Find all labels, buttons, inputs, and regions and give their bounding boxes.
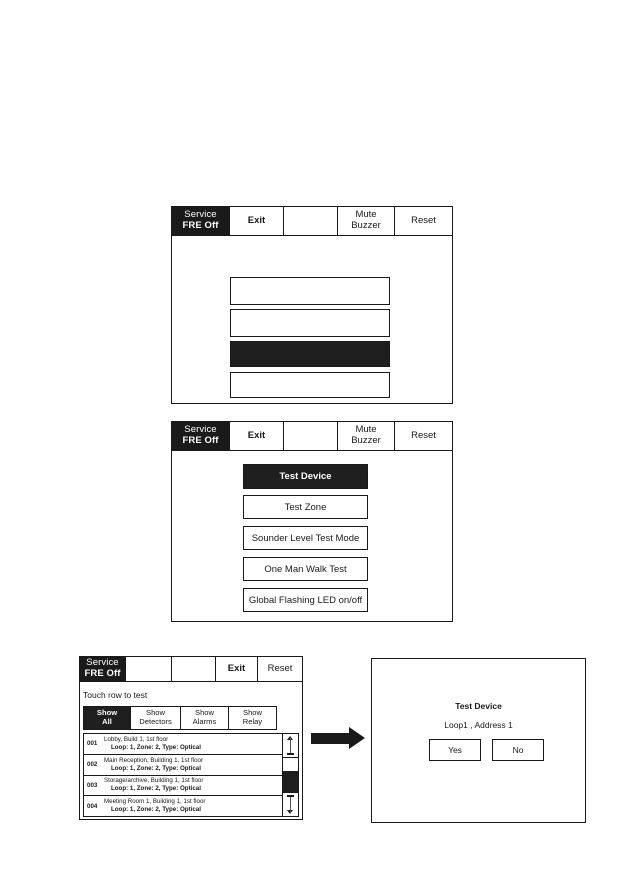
row-details: Loop: 1, Zone: 2, Type: Optical	[111, 743, 201, 751]
mute-buzzer-button[interactable]: Mute Buzzer	[338, 422, 395, 450]
row-text: Lobby, Build 1, 1st floor Loop: 1, Zone:…	[104, 736, 201, 752]
status-line-fire-off: FRE Off	[182, 220, 219, 231]
tab-show-all-line2: All	[102, 717, 112, 726]
device-list: 001 Lobby, Build 1, 1st floor Loop: 1, Z…	[83, 733, 299, 817]
table-row[interactable]: 003 Storage/archive, Building 1, 1st flo…	[84, 775, 282, 797]
row-text: Meeting Room 1, Building 1, 1st floor Lo…	[104, 798, 205, 814]
menu-item-sounder-level-test-mode-label: Sounder Level Test Mode	[251, 532, 360, 544]
panel-device-list: Service FRE Off Exit Reset Touch row to …	[79, 656, 303, 820]
menu-item-one-man-walk-test[interactable]: One Man Walk Test	[243, 557, 368, 581]
tab-show-alarms-line2: Alarms	[192, 717, 217, 726]
blank-button-2[interactable]	[172, 657, 216, 681]
tab-show-detectors[interactable]: Show Detectors	[130, 706, 180, 730]
exit-button-label: Exit	[227, 662, 246, 674]
menu-item-sounder-level-test-mode[interactable]: Sounder Level Test Mode	[243, 526, 368, 550]
scrollbar-gap	[283, 758, 298, 771]
reset-button-label: Reset	[267, 662, 293, 674]
row-location: Main Reception, Building 1, 1st floor	[104, 756, 204, 764]
reset-button-label: Reset	[411, 429, 436, 441]
row-location: Meeting Room 1, Building 1, 1st floor	[104, 798, 206, 806]
tab-show-relay[interactable]: Show Relay	[228, 706, 277, 730]
status-badge-service-fire-off: Service FRE Off	[172, 207, 230, 235]
blank-button-1[interactable]	[284, 422, 338, 450]
panel-test-menu: Service FRE Off Exit Mute Buzzer Reset T…	[171, 421, 453, 622]
flow-right-arrow-icon	[311, 727, 365, 749]
blank-button-1[interactable]	[126, 657, 172, 681]
row-text: Main Reception, Building 1, 1st floor Lo…	[104, 757, 203, 773]
list-scrollbar[interactable]	[283, 734, 298, 816]
flow-arrow-head	[349, 727, 365, 749]
panel-menu-blank: Service FRE Off Exit Mute Buzzer Reset	[171, 206, 453, 404]
dialog-test-device-confirm: Test Device Loop1 , Address 1 Yes No	[371, 658, 586, 823]
panel1-topbar: Service FRE Off Exit Mute Buzzer Reset	[172, 207, 452, 236]
panel1-menu-area	[172, 236, 452, 402]
mute-buzzer-line2: Buzzer	[351, 220, 381, 231]
yes-button-label: Yes	[448, 745, 462, 755]
menu-item-global-flashing-led[interactable]: Global Flashing LED on/off	[243, 588, 368, 612]
status-badge-service-fire-off: Service FRE Off	[80, 657, 126, 681]
tab-show-all[interactable]: Show All	[83, 706, 130, 730]
dialog-subtitle: Loop1 , Address 1	[444, 720, 513, 730]
device-rows: 001 Lobby, Build 1, 1st floor Loop: 1, Z…	[84, 734, 283, 816]
row-location: Storage/archive, Building 1, 1st floor	[104, 777, 204, 785]
row-location: Lobby, Build 1, 1st floor	[104, 735, 169, 743]
row-id: 003	[87, 781, 98, 789]
table-row[interactable]: 002 Main Reception, Building 1, 1st floo…	[84, 754, 282, 776]
tab-show-relay-line2: Relay	[242, 717, 263, 726]
exit-button-label: Exit	[247, 214, 266, 226]
row-text: Storage/archive, Building 1, 1st floor L…	[104, 777, 203, 793]
status-line-fire-off: FRE Off	[84, 668, 121, 679]
scroll-down-arrow-icon	[287, 795, 294, 814]
row-id: 004	[87, 802, 98, 810]
scroll-down-button[interactable]	[283, 792, 298, 816]
touch-row-hint: Touch row to test	[83, 690, 148, 700]
dialog-title: Test Device	[455, 701, 502, 711]
exit-button-label: Exit	[247, 429, 266, 441]
scroll-up-arrow-icon	[287, 736, 294, 755]
exit-button[interactable]: Exit	[216, 657, 258, 681]
row-details: Loop: 1, Zone: 2, Type: Optical	[111, 785, 201, 793]
menu-item-blank-3-selected[interactable]	[230, 341, 390, 367]
mute-buzzer-button[interactable]: Mute Buzzer	[338, 207, 395, 235]
table-row[interactable]: 001 Lobby, Build 1, 1st floor Loop: 1, Z…	[84, 734, 282, 755]
menu-item-test-device-label: Test Device	[279, 471, 332, 482]
status-line-fire-off: FRE Off	[182, 435, 219, 446]
panel2-menu-area: Test Device Test Zone Sounder Level Test…	[172, 451, 452, 621]
menu-item-one-man-walk-test-label: One Man Walk Test	[264, 563, 347, 575]
no-button-label: No	[512, 745, 524, 755]
filter-tabs: Show All Show Detectors Show Alarms Show…	[83, 706, 277, 730]
reset-button[interactable]: Reset	[395, 207, 452, 235]
menu-item-test-device[interactable]: Test Device	[243, 464, 368, 489]
reset-button[interactable]: Reset	[258, 657, 302, 681]
menu-item-global-flashing-led-label: Global Flashing LED on/off	[248, 594, 363, 606]
tab-show-detectors-line2: Detectors	[139, 717, 172, 726]
panel2-topbar: Service FRE Off Exit Mute Buzzer Reset	[172, 422, 452, 451]
status-badge-service-fire-off: Service FRE Off	[172, 422, 230, 450]
row-id: 002	[87, 761, 98, 769]
row-id: 001	[87, 740, 98, 748]
scroll-up-button[interactable]	[283, 734, 298, 758]
exit-button[interactable]: Exit	[230, 422, 284, 450]
menu-item-test-zone[interactable]: Test Zone	[243, 495, 368, 519]
tab-show-alarms[interactable]: Show Alarms	[180, 706, 228, 730]
table-row[interactable]: 004 Meeting Room 1, Building 1, 1st floo…	[84, 796, 282, 816]
scrollbar-thumb[interactable]	[283, 771, 298, 792]
row-details: Loop: 1, Zone: 2, Type: Optical	[111, 764, 201, 772]
mute-buzzer-line2: Buzzer	[351, 435, 381, 446]
reset-button[interactable]: Reset	[395, 422, 452, 450]
blank-button-1[interactable]	[284, 207, 338, 235]
menu-item-blank-4[interactable]	[230, 372, 390, 398]
exit-button[interactable]: Exit	[230, 207, 284, 235]
flow-arrow-shaft	[311, 732, 349, 744]
row-details: Loop: 1, Zone: 2, Type: Optical	[111, 806, 201, 814]
yes-button[interactable]: Yes	[429, 739, 481, 761]
menu-item-blank-1[interactable]	[230, 277, 390, 305]
panel3-topbar: Service FRE Off Exit Reset	[80, 657, 302, 682]
scrollbar-track[interactable]	[283, 758, 298, 792]
dialog-button-row: Yes No	[429, 739, 544, 761]
reset-button-label: Reset	[411, 214, 436, 226]
no-button[interactable]: No	[492, 739, 544, 761]
menu-item-blank-2[interactable]	[230, 309, 390, 337]
menu-item-test-zone-label: Test Zone	[284, 501, 327, 513]
